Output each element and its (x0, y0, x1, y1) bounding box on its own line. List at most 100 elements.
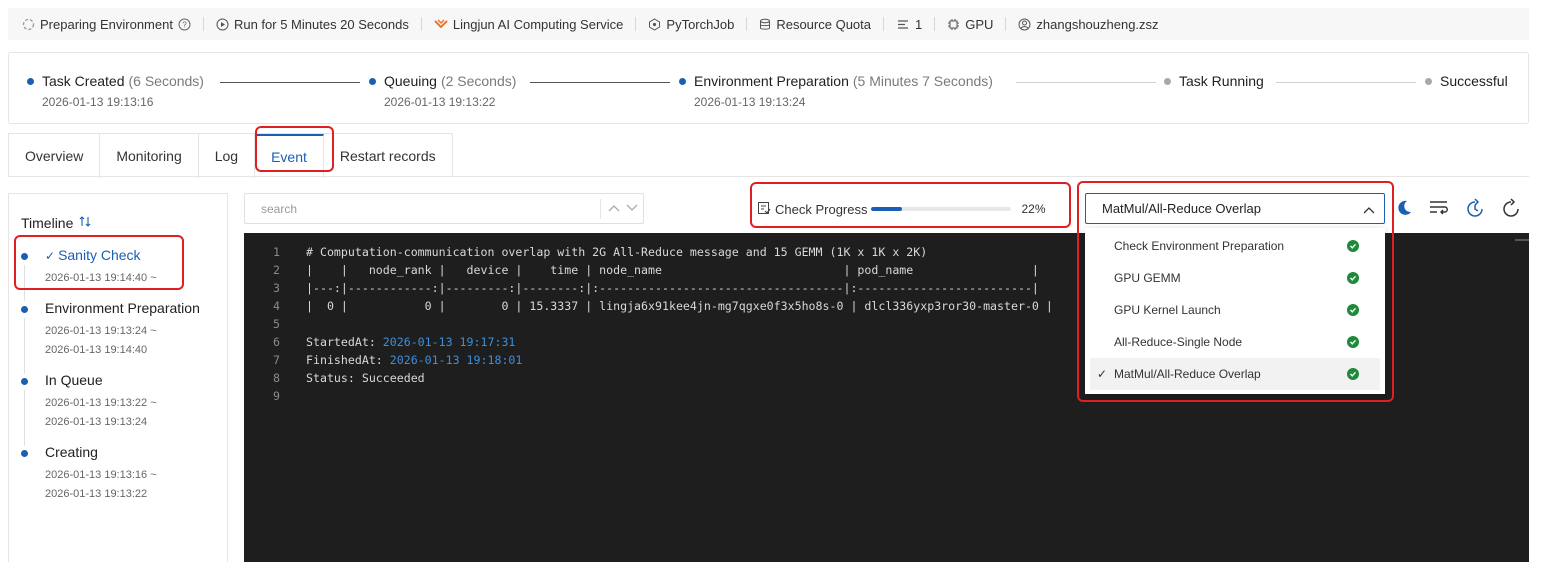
sort-icon[interactable] (79, 215, 91, 231)
timeline-item-end: 2026-01-13 19:13:22 (45, 488, 148, 500)
timeline-connector (24, 318, 25, 374)
success-check-icon (1347, 336, 1359, 348)
timeline-item-name: Creating (45, 444, 98, 460)
line-number: 5 (273, 317, 280, 331)
step-task-created: Task Created (6 Seconds) 2026-01-13 19:13… (27, 73, 204, 109)
quota-text: Resource Quota (776, 16, 871, 32)
check-item-select[interactable]: MatMul/All-Reduce Overlap (1085, 193, 1385, 224)
line-number: 6 (273, 335, 280, 349)
service-text: Lingjun AI Computing Service (452, 16, 624, 32)
line-text: | | node_rank | device | time | node_nam… (306, 263, 1039, 277)
timeline-dot (21, 306, 28, 313)
step-duration: (5 Minutes 7 Seconds) (852, 73, 993, 89)
divider (934, 17, 936, 31)
timeline-item[interactable]: Creating 2026-01-13 19:13:16 ~2026-01-13… (21, 444, 157, 504)
line-text: |---:|------------:|---------:|--------:… (306, 281, 1039, 295)
step-name: Task Created (42, 73, 125, 89)
timeline-item[interactable]: Environment Preparation 2026-01-13 19:13… (21, 300, 200, 374)
timeline-item[interactable]: ✓ Sanity Check 2026-01-13 19:14:40 ~ (21, 247, 157, 301)
refresh-icon[interactable] (1500, 198, 1522, 225)
timeline-item-start: 2026-01-13 19:13:22 ~ (45, 397, 157, 409)
help-icon[interactable]: ? (178, 18, 191, 31)
success-check-icon (1347, 240, 1359, 252)
timeline-item[interactable]: In Queue 2026-01-13 19:13:22 ~ 2026-01-13… (21, 372, 157, 446)
divider (202, 17, 204, 31)
run-time-item: Run for 5 Minutes 20 Seconds (216, 17, 409, 32)
step-dot (1425, 77, 1432, 85)
auto-refresh-icon[interactable] (1464, 198, 1486, 225)
search-box (244, 193, 644, 224)
nodes-count: 1 (915, 16, 923, 32)
step-dot (679, 77, 686, 85)
loading-spinner-icon (22, 18, 35, 31)
check-icon: ✓ (45, 249, 56, 263)
dark-mode-icon[interactable] (1395, 198, 1413, 223)
job-type-text: PyTorchJob (666, 16, 735, 32)
tab-monitoring[interactable]: Monitoring (100, 134, 199, 178)
chip-icon (947, 18, 960, 31)
timeline-item-time: 2026-01-13 19:14:40 ~ (45, 272, 157, 284)
option-gpu-kernel-launch[interactable]: GPU Kernel Launch (1085, 294, 1385, 326)
timeline-title: Timeline (21, 215, 74, 231)
step-task-running: Task Running (1164, 73, 1264, 89)
tab-restart-records[interactable]: Restart records (324, 134, 452, 178)
line-number: 7 (273, 353, 280, 367)
service-item: Lingjun AI Computing Service (434, 16, 624, 32)
timeline-item-label: ✓ Sanity Check (45, 247, 157, 263)
line-text: FinishedAt: 2026-01-13 19:18:01 (306, 351, 522, 369)
timeline-item-time: 2026-01-13 19:13:16 ~ 2026-01-13 19:13:22 (45, 466, 157, 504)
check-item-dropdown: Check Environment Preparation GPU GEMM G… (1085, 228, 1385, 394)
step-environment-preparation: Environment Preparation (5 Minutes 7 Seco… (679, 73, 993, 109)
timeline-item-start: 2026-01-13 19:13:24 ~ (45, 325, 157, 337)
line-number: 9 (273, 389, 280, 403)
check-progress-bar (871, 207, 1012, 211)
step-duration: (6 Seconds) (128, 73, 204, 89)
pytorch-icon (648, 17, 661, 31)
timeline-item-name: In Queue (45, 372, 103, 388)
chevron-down-icon[interactable] (625, 200, 639, 218)
option-gpu-gemm[interactable]: GPU GEMM (1085, 262, 1385, 294)
step-connector (530, 82, 670, 83)
option-label: All-Reduce-Single Node (1114, 335, 1243, 349)
line-key: StartedAt: (306, 335, 383, 349)
line-date: 2026-01-13 19:17:31 (382, 335, 516, 349)
step-connector (1276, 82, 1416, 83)
timeline-item-end: 2026-01-13 19:13:24 (45, 416, 148, 428)
divider (420, 17, 422, 31)
check-progress: Check Progress 22% (757, 196, 1046, 222)
step-queuing: Queuing (2 Seconds) 2026-01-13 19:13:22 (369, 73, 516, 109)
selected-check-icon: ✓ (1097, 367, 1108, 381)
tab-overview[interactable]: Overview (9, 134, 101, 178)
step-successful: Successful (1425, 73, 1508, 89)
timeline-connector (24, 265, 25, 301)
divider (746, 17, 748, 31)
user-text: zhangshouzheng.zsz (1036, 16, 1159, 32)
step-dot (1164, 77, 1171, 85)
tabs-divider (8, 176, 1529, 177)
tab-event[interactable]: Event (255, 134, 324, 178)
step-name: Successful (1440, 73, 1508, 89)
user-icon (1018, 18, 1031, 31)
line-text: StartedAt: 2026-01-13 19:17:31 (306, 333, 515, 351)
tab-log[interactable]: Log (199, 134, 256, 178)
resource-text: GPU (965, 16, 994, 32)
search-input[interactable] (245, 194, 595, 223)
chevron-up-icon[interactable] (607, 200, 621, 218)
run-time-text: Run for 5 Minutes 20 Seconds (233, 16, 409, 32)
option-check-environment-preparation[interactable]: Check Environment Preparation (1085, 230, 1385, 262)
status-item: Preparing Environment ? (22, 17, 191, 32)
timeline-item-end: 2026-01-13 19:14:40 (45, 344, 148, 356)
step-connector (1016, 82, 1156, 83)
scrollbar[interactable] (1515, 239, 1529, 241)
option-matmul-all-reduce-overlap[interactable]: ✓ MatMul/All-Reduce Overlap (1090, 358, 1380, 390)
success-check-icon (1347, 304, 1359, 316)
wrap-lines-icon[interactable] (1428, 198, 1450, 223)
user-item: zhangshouzheng.zsz (1018, 16, 1159, 32)
step-dot (369, 77, 376, 85)
nodes-item: 1 (896, 17, 922, 32)
option-all-reduce-single-node[interactable]: All-Reduce-Single Node (1085, 326, 1385, 358)
step-name: Environment Preparation (694, 73, 849, 89)
timeline-item-start: 2026-01-13 19:13:16 ~ (45, 469, 157, 481)
timeline-connector (24, 390, 25, 446)
job-type-item: PyTorchJob (648, 17, 734, 32)
